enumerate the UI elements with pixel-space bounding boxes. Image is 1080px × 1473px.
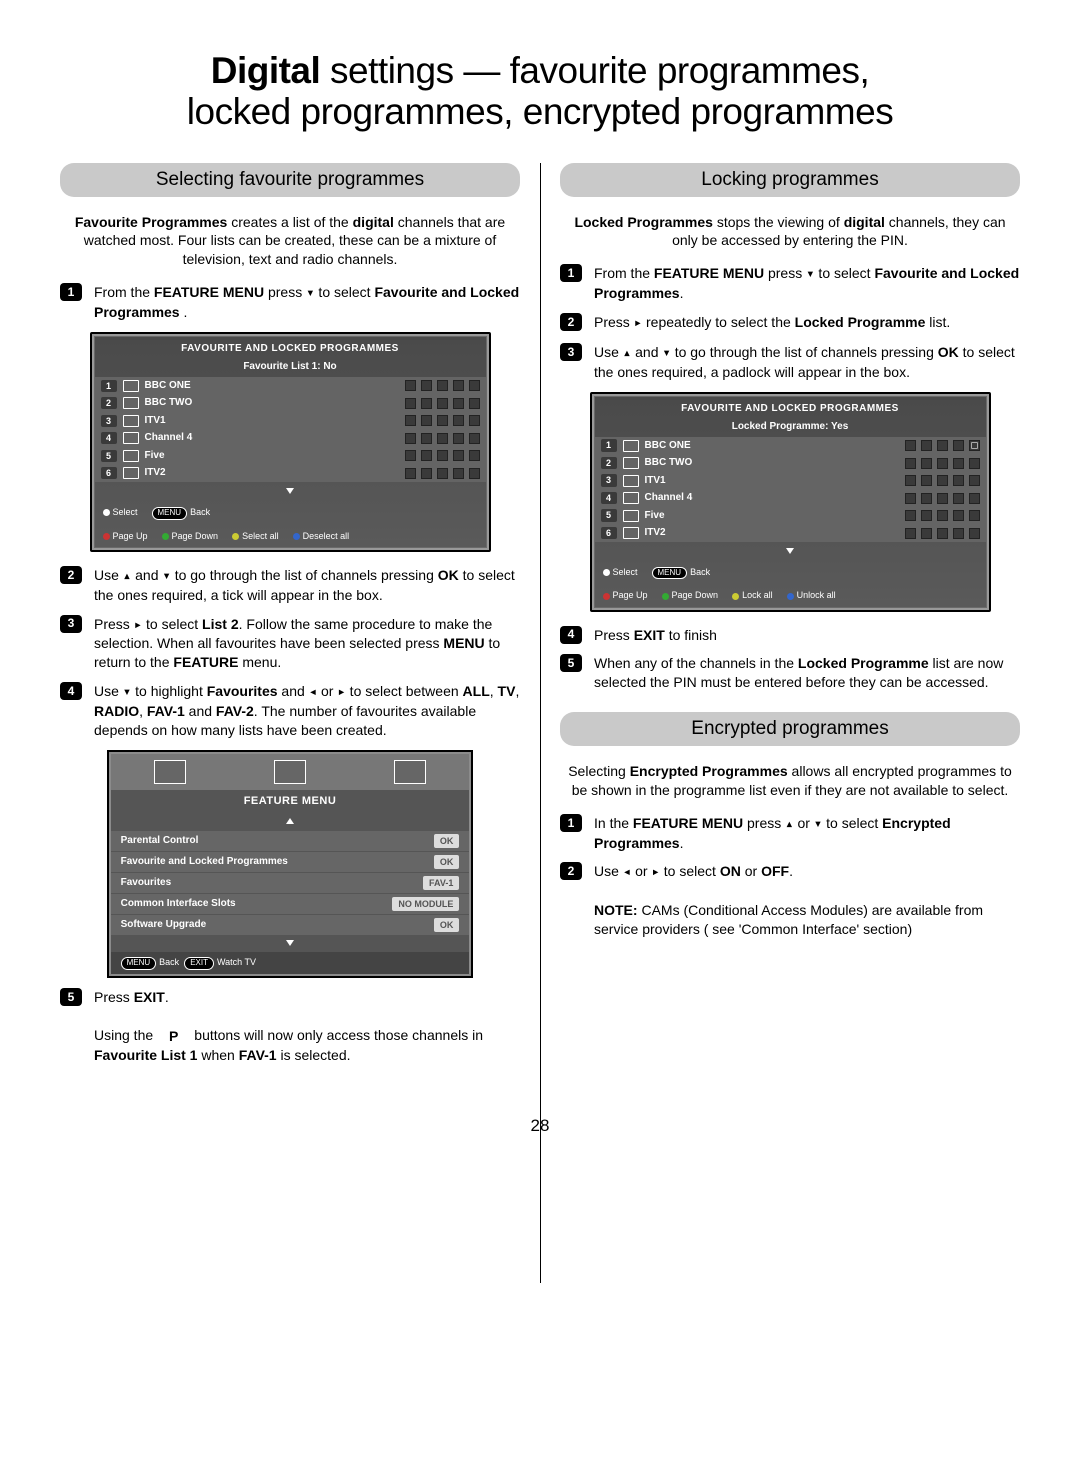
enc-step-2: Use ◂ or ▸ to select ON or OFF. NOTE: CA…	[594, 862, 1020, 939]
lock-intro: Locked Programmes stops the viewing of d…	[560, 213, 1020, 251]
tv-icon	[623, 457, 639, 469]
encrypted-intro: Selecting Encrypted Programmes allows al…	[560, 762, 1020, 800]
tv-icon	[623, 440, 639, 452]
channel-row: 5Five	[95, 447, 486, 465]
tv-icon	[123, 415, 139, 427]
channel-row: 5Five	[595, 507, 986, 525]
section-selecting-favourite: Selecting favourite programmes	[60, 163, 520, 197]
osd-favourite-list: FAVOURITE AND LOCKED PROGRAMMES Favourit…	[90, 332, 491, 552]
lock-step-1: From the FEATURE MENU press ▾ to select …	[594, 264, 1020, 303]
feature-menu-row: Common Interface SlotsNO MODULE	[111, 893, 470, 914]
osd-footer: Select MENUBack	[95, 501, 486, 525]
channel-row: 4Channel 4	[95, 429, 486, 447]
tv-icon	[123, 397, 139, 409]
osd-title: FAVOURITE AND LOCKED PROGRAMMES	[95, 337, 486, 361]
feature-menu-row: Software UpgradeOK	[111, 914, 470, 935]
fav-step-4: Use ▾ to highlight Favourites and ◂ or ▸…	[94, 682, 520, 740]
tv-icon	[623, 527, 639, 539]
tv-icon	[623, 475, 639, 487]
enc-step-1: In the FEATURE MENU press ▴ or ▾ to sele…	[594, 814, 1020, 853]
channel-row: 3ITV1	[595, 472, 986, 490]
fm-tab-icon	[154, 760, 186, 784]
channel-row: 4Channel 4	[595, 489, 986, 507]
title-rest1: settings — favourite programmes,	[320, 50, 869, 91]
tv-icon	[123, 432, 139, 444]
channel-row: 2BBC TWO	[95, 394, 486, 412]
fav-step-1: From the FEATURE MENU press ▾ to select …	[94, 283, 520, 322]
channel-row: 1BBC ONE	[595, 437, 986, 455]
fm-tab-icon	[274, 760, 306, 784]
channel-row: 6ITV2	[595, 524, 986, 542]
fav-step-3: Press ▸ to select List 2. Follow the sam…	[94, 615, 520, 673]
title-line2: locked programmes, encrypted programmes	[187, 91, 893, 132]
step-badge: 1	[60, 283, 82, 301]
lock-step-2: Press ▸ repeatedly to select the Locked …	[594, 313, 1020, 333]
feature-menu-row: FavouritesFAV-1	[111, 872, 470, 893]
tv-icon	[623, 510, 639, 522]
padlock-icon	[969, 440, 980, 451]
channel-row: 3ITV1	[95, 412, 486, 430]
tv-icon	[123, 380, 139, 392]
channel-row: 2BBC TWO	[595, 454, 986, 472]
lock-step-4: Press EXIT to finish	[594, 626, 1020, 645]
column-divider	[540, 163, 541, 1283]
title-bold: Digital	[211, 50, 321, 91]
fav-step-2: Use ▴ and ▾ to go through the list of ch…	[94, 566, 520, 605]
fm-title: FEATURE MENU	[111, 790, 470, 813]
osd-locked-list: FAVOURITE AND LOCKED PROGRAMMES Locked P…	[590, 392, 991, 612]
osd-feature-menu: FEATURE MENU Parental ControlOKFavourite…	[107, 750, 474, 978]
page-title: Digital settings — favourite programmes,…	[60, 50, 1020, 133]
channel-row: 1BBC ONE	[95, 377, 486, 395]
fav-intro: Favourite Programmes creates a list of t…	[60, 213, 520, 270]
section-locking: Locking programmes	[560, 163, 1020, 197]
lock-step-5: When any of the channels in the Locked P…	[594, 654, 1020, 692]
tv-icon	[123, 467, 139, 479]
fav-step-5: Press EXIT. Using the P buttons will now…	[94, 988, 520, 1065]
feature-menu-row: Favourite and Locked ProgrammesOK	[111, 851, 470, 872]
lock-step-3: Use ▴ and ▾ to go through the list of ch…	[594, 343, 1020, 382]
fm-tab-icon	[394, 760, 426, 784]
tv-icon	[623, 492, 639, 504]
section-encrypted: Encrypted programmes	[560, 712, 1020, 746]
feature-menu-row: Parental ControlOK	[111, 830, 470, 851]
channel-row: 6ITV2	[95, 464, 486, 482]
fm-footer: MENUBack EXITWatch TV	[111, 952, 470, 974]
osd-subtitle: Favourite List 1: No	[95, 360, 486, 377]
tv-icon	[123, 450, 139, 462]
